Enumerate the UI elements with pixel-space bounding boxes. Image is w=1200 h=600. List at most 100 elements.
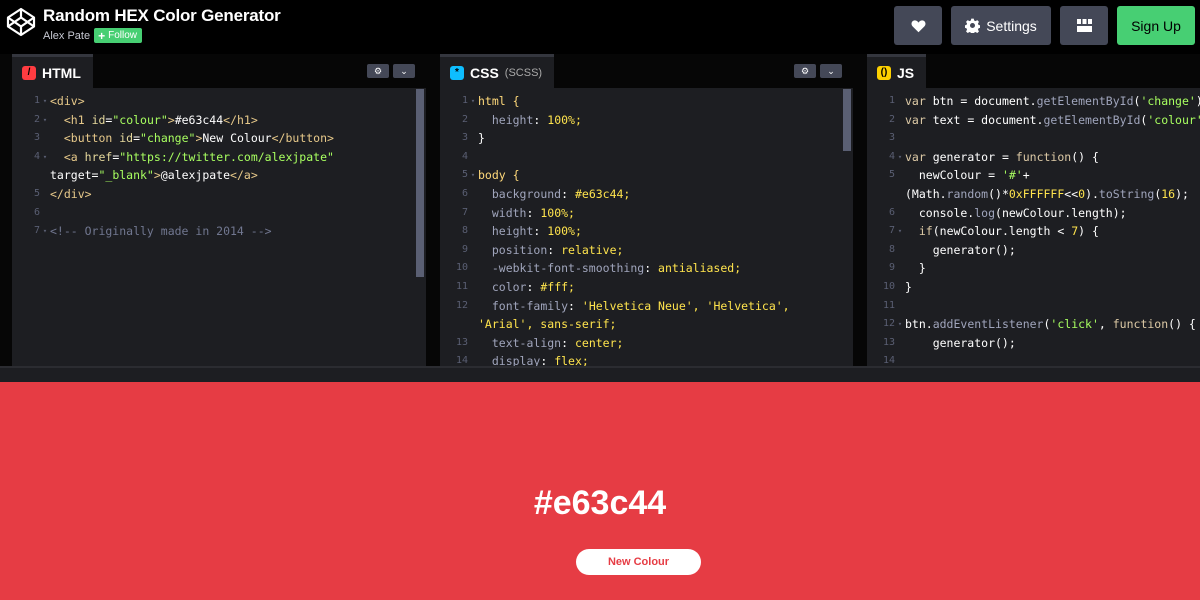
- js-line-number: 8: [888, 243, 895, 255]
- js-tab-label: JS: [897, 64, 915, 81]
- js-code-line: 8 generator();: [867, 241, 1200, 260]
- js-line-number: 2: [888, 113, 895, 125]
- html-code-line: target="_blank">@alexjpate</a>: [12, 166, 426, 185]
- header: Random HEX Color Generator Alex Pate + F…: [0, 0, 1200, 54]
- js-fold-arrow-icon: [895, 185, 905, 204]
- css-fold-arrow-icon: [468, 222, 478, 241]
- follow-button[interactable]: + Follow: [94, 28, 143, 43]
- css-tools: ⚙ ⌄: [794, 64, 842, 78]
- html-tools: ⚙ ⌄: [367, 64, 415, 78]
- css-code-text: -webkit-font-smoothing: antialiased;: [491, 261, 742, 276]
- html-scrollbar[interactable]: [416, 89, 424, 277]
- js-code-text: (Math.random()*0xFFFFFF<<0).toString(16)…: [905, 186, 1189, 201]
- html-collapse-chevron-down-icon[interactable]: ⌄: [393, 64, 415, 78]
- html-fold-arrow-icon: [40, 129, 50, 148]
- css-code-line: 14 display: flex;: [440, 352, 853, 366]
- css-tab-label: CSS: [470, 64, 499, 81]
- js-code-line: 7 ▾ if(newColour.length < 7) {: [867, 222, 1200, 241]
- html-fold-arrow-icon[interactable]: ▾: [40, 92, 50, 111]
- html-fold-arrow-icon[interactable]: ▾: [40, 111, 50, 130]
- html-badge-icon: /: [22, 65, 36, 80]
- js-code-line: 10}: [867, 278, 1200, 297]
- change-view-button[interactable]: [1060, 6, 1108, 45]
- resize-divider[interactable]: [0, 366, 1200, 382]
- html-tab[interactable]: / HTML: [12, 54, 93, 88]
- css-line-number: 13: [455, 336, 468, 348]
- css-line-number: 2: [461, 113, 468, 125]
- css-fold-arrow-icon[interactable]: ▾: [468, 92, 478, 111]
- css-scrollbar[interactable]: [843, 89, 851, 151]
- html-code-text: <a href="https://twitter.com/alexjpate": [63, 149, 334, 164]
- js-code-line: 2 var text = document.getElementById('col…: [867, 111, 1200, 130]
- css-code-line: 9 position: relative;: [440, 241, 853, 260]
- js-line-number: 10: [882, 280, 895, 292]
- css-fold-arrow-icon: [468, 352, 478, 366]
- heart-button[interactable]: [894, 6, 942, 45]
- css-code-line: 'Arial', sans-serif;: [440, 315, 853, 334]
- css-line-number: 7: [461, 206, 468, 218]
- js-fold-arrow-icon: [895, 92, 905, 111]
- css-code-line: 4: [440, 148, 853, 167]
- js-fold-arrow-icon: [895, 297, 905, 316]
- html-line-number: 1: [33, 95, 40, 106]
- css-code-line: 5 ▾ body {: [440, 166, 853, 185]
- css-code-line: 1 ▾ html {: [440, 92, 853, 111]
- js-tab[interactable]: () JS: [867, 54, 927, 88]
- js-code-text: newColour = '#'+: [905, 168, 1030, 183]
- settings-button[interactable]: Settings: [951, 6, 1051, 45]
- html-fold-arrow-icon: [40, 204, 50, 223]
- js-code-line: 13 generator();: [867, 334, 1200, 353]
- css-fold-arrow-icon[interactable]: ▾: [468, 166, 478, 185]
- html-line-number: [12, 166, 40, 185]
- js-fold-arrow-icon: [895, 259, 905, 278]
- js-line-number: 3: [888, 132, 895, 144]
- css-tab[interactable]: * CSS (SCSS): [440, 54, 555, 88]
- new-colour-button[interactable]: New Colour: [576, 549, 701, 575]
- html-fold-arrow-icon[interactable]: ▾: [40, 148, 50, 167]
- css-code-text: body {: [478, 168, 520, 183]
- js-badge-icon: (): [877, 65, 891, 80]
- html-line-number: 2: [33, 113, 40, 125]
- js-code-editor[interactable]: 1 var btn = document.getElementById('chan…: [867, 92, 1200, 366]
- pen-title: Random HEX Color Generator: [43, 6, 281, 25]
- settings-label: Settings: [986, 17, 1037, 34]
- css-line-number: 6: [461, 187, 468, 199]
- js-code-line: 6 console.log(newColour.length);: [867, 204, 1200, 223]
- js-line-number: 6: [888, 206, 895, 218]
- css-code-line: 11 color: #fff;: [440, 278, 853, 297]
- css-fold-arrow-icon: [468, 129, 478, 148]
- js-code-text: btn.addEventListener('click', function()…: [905, 317, 1196, 332]
- html-code-text: <h1 id="colour">#e63c44</h1>: [63, 112, 258, 127]
- css-code-text: width: 100%;: [491, 205, 575, 220]
- css-fold-arrow-icon: [468, 185, 478, 204]
- css-code-text: color: #fff;: [491, 279, 575, 294]
- js-code-line: 4 ▾ var generator = function() {: [867, 148, 1200, 167]
- html-code-editor[interactable]: 1 ▾ <div> 2 ▾ <h1 id="colour">#e63c44</h1> 3 …: [12, 92, 426, 366]
- codepen-logo-icon[interactable]: [6, 7, 36, 37]
- js-fold-arrow-icon[interactable]: ▾: [895, 315, 905, 334]
- html-settings-gear-icon[interactable]: ⚙: [367, 64, 389, 78]
- css-tabbar: * CSS (SCSS) ⚙ ⌄: [440, 54, 853, 88]
- css-code-text: height: 100%;: [491, 112, 582, 127]
- css-code-editor[interactable]: 1 ▾ html {2 height: 100%; 3} 4 5 ▾ body {6 back…: [440, 92, 853, 366]
- author-link[interactable]: Alex Pate: [43, 30, 90, 42]
- html-fold-arrow-icon[interactable]: ▾: [40, 222, 50, 241]
- css-badge-icon: *: [450, 65, 464, 80]
- heart-icon: [911, 19, 925, 32]
- sign-up-button[interactable]: Sign Up: [1117, 6, 1195, 45]
- js-code-text: generator();: [905, 335, 1016, 350]
- js-fold-arrow-icon[interactable]: ▾: [895, 148, 905, 167]
- css-code-text: html {: [478, 94, 520, 108]
- js-fold-arrow-icon[interactable]: ▾: [895, 222, 905, 241]
- html-line-number: 6: [33, 206, 40, 218]
- css-settings-gear-icon[interactable]: ⚙: [794, 64, 816, 78]
- js-fold-arrow-icon: [895, 204, 905, 223]
- follow-label: Follow: [108, 30, 138, 41]
- editors-area: / HTML ⚙ ⌄ 1 ▾ <div> 2 ▾ <h1 id="colour">#e6…: [0, 54, 1200, 366]
- html-tab-label: HTML: [42, 64, 81, 81]
- css-collapse-chevron-down-icon[interactable]: ⌄: [820, 64, 842, 78]
- css-line-number: [440, 315, 468, 334]
- html-code-line: 5 </div>: [12, 185, 426, 204]
- css-fold-arrow-icon: [468, 111, 478, 130]
- js-line-number: 7: [888, 225, 895, 237]
